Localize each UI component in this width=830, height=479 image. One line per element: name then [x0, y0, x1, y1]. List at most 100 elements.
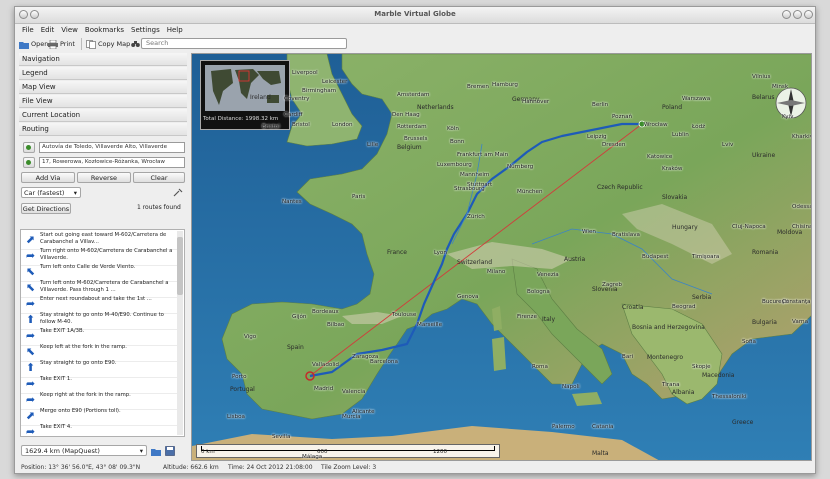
open-button[interactable]: Open — [19, 38, 48, 50]
directions-list[interactable]: ⬈ Start out going east toward M-602/Carre… — [20, 229, 185, 437]
city-label[interactable]: Bonn — [450, 139, 464, 145]
menu-settings[interactable]: Settings — [131, 24, 160, 36]
section-navigation[interactable]: Navigation — [19, 53, 187, 66]
route-from-field[interactable]: Autovía de Toledo, Villaverde Alto, Vill… — [39, 142, 185, 153]
start-marker-button[interactable] — [23, 142, 35, 153]
city-label[interactable]: Budapest — [642, 254, 668, 260]
city-label[interactable]: Birmingham — [302, 88, 336, 94]
city-label[interactable]: Catania — [592, 424, 613, 430]
city-label[interactable]: Thessaloniki — [712, 394, 747, 400]
city-label[interactable]: Gijón — [292, 314, 306, 320]
city-label[interactable]: Nantes — [282, 199, 302, 205]
city-label[interactable]: Bristol — [292, 122, 310, 128]
overview-map[interactable]: Total Distance: 1998.32 km — [200, 60, 290, 130]
direction-step[interactable]: ➦ Take EXIT 4. — [21, 423, 178, 436]
city-label[interactable]: Frankfurt am Main — [457, 152, 508, 158]
city-label[interactable]: Köln — [447, 126, 459, 132]
get-directions-button[interactable]: Get Directions — [21, 203, 71, 214]
close-icon[interactable] — [804, 10, 813, 19]
city-label[interactable]: Sevilla — [272, 434, 290, 440]
city-label[interactable]: Chisinau — [792, 224, 811, 230]
city-label[interactable]: Bordeaux — [312, 309, 339, 315]
directions-scrollbar[interactable] — [177, 231, 183, 435]
menu-bookmarks[interactable]: Bookmarks — [85, 24, 124, 36]
route-select[interactable]: 1629.4 km (MapQuest) ▾ — [21, 445, 147, 456]
city-label[interactable]: Valladolid — [312, 362, 339, 368]
city-label[interactable]: Luxembourg — [437, 162, 472, 168]
print-button[interactable]: Print — [48, 38, 75, 50]
city-label[interactable]: Wien — [582, 229, 596, 235]
city-label[interactable]: Palermo — [552, 424, 575, 430]
city-label[interactable]: Kraków — [662, 166, 682, 172]
city-label[interactable]: Napoli — [562, 384, 580, 390]
city-label[interactable]: Murcia — [342, 414, 361, 420]
city-label[interactable]: Skopje — [692, 364, 711, 370]
city-label[interactable]: Milano — [487, 269, 505, 275]
map-view[interactable]: Total Distance: 1998.32 km 0 km 600 1200… — [191, 53, 812, 461]
city-label[interactable]: Toulouse — [392, 312, 416, 318]
city-label[interactable]: Katowice — [647, 154, 672, 160]
city-label[interactable]: Constanţa — [782, 299, 811, 305]
scrollbar-thumb[interactable] — [177, 237, 183, 295]
city-label[interactable]: Tirana — [662, 382, 680, 388]
city-label[interactable]: Timişoara — [692, 254, 719, 260]
city-label[interactable]: Berlin — [592, 102, 608, 108]
city-label[interactable]: Kyiv — [782, 114, 793, 120]
city-label[interactable]: Sofia — [742, 339, 756, 345]
maximize-icon[interactable] — [793, 10, 802, 19]
city-label[interactable]: Leicester — [322, 79, 347, 85]
save-route-icon[interactable] — [165, 446, 175, 456]
configure-icon[interactable] — [173, 188, 183, 197]
city-label[interactable]: Nürnberg — [507, 164, 533, 170]
section-routing[interactable]: Routing — [19, 123, 187, 136]
section-current-location[interactable]: Current Location — [19, 109, 187, 122]
city-label[interactable]: Zagreb — [602, 282, 622, 288]
city-label[interactable]: Beograd — [672, 304, 696, 310]
city-label[interactable]: Marseille — [417, 322, 442, 328]
route-to-field[interactable]: 17, Rowerowa, Kozłowice-Różanka, Wrocław — [39, 157, 185, 168]
city-label[interactable]: Vigo — [244, 334, 256, 340]
city-label[interactable]: Wrocław — [644, 122, 668, 128]
menu-file[interactable]: File — [22, 24, 34, 36]
city-label[interactable]: München — [517, 189, 543, 195]
minimize-icon[interactable] — [782, 10, 791, 19]
city-label[interactable]: Hamburg — [492, 82, 518, 88]
city-label[interactable]: Cluj-Napoca — [732, 224, 766, 230]
city-label[interactable]: Porto — [232, 374, 247, 380]
city-label[interactable]: Poznań — [612, 114, 632, 120]
menu-help[interactable]: Help — [167, 24, 183, 36]
city-label[interactable]: Genova — [457, 294, 478, 300]
city-label[interactable]: Bratislava — [612, 232, 640, 238]
city-label[interactable]: Amsterdam — [397, 92, 429, 98]
city-label[interactable]: Minsk — [772, 84, 788, 90]
city-label[interactable]: Den Haag — [392, 112, 420, 118]
city-label[interactable]: Łódź — [692, 124, 705, 130]
city-label[interactable]: Warszawa — [682, 96, 710, 102]
reverse-button[interactable]: Reverse — [77, 172, 131, 183]
city-label[interactable]: Roma — [532, 364, 548, 370]
search-input[interactable]: Search — [141, 38, 347, 49]
city-label[interactable]: Lyon — [434, 250, 447, 256]
city-label[interactable]: Lille — [367, 142, 378, 148]
menu-view[interactable]: View — [61, 24, 78, 36]
city-label[interactable]: Strasbourg — [454, 186, 485, 192]
city-label[interactable]: Hannover — [522, 99, 549, 105]
city-label[interactable]: Mannheim — [460, 172, 489, 178]
city-label[interactable]: Venezia — [537, 272, 559, 278]
city-label[interactable]: Zürich — [467, 214, 485, 220]
city-label[interactable]: Firenze — [517, 314, 537, 320]
routing-profile-select[interactable]: Car (fastest) ▾ — [21, 187, 81, 198]
city-label[interactable]: Liverpool — [292, 70, 318, 76]
city-label[interactable]: Lisboa — [227, 414, 245, 420]
city-label[interactable]: Valencia — [342, 389, 365, 395]
city-label[interactable]: Bilbao — [327, 322, 344, 328]
add-via-button[interactable]: Add Via — [21, 172, 75, 183]
city-label[interactable]: Rotterdam — [397, 124, 427, 130]
city-label[interactable]: Kharkiv — [792, 134, 811, 140]
city-label[interactable]: Madrid — [314, 386, 333, 392]
city-label[interactable]: London — [332, 122, 353, 128]
section-legend[interactable]: Legend — [19, 67, 187, 80]
section-file-view[interactable]: File View — [19, 95, 187, 108]
copy-map-button[interactable]: Copy Map — [81, 38, 130, 50]
city-label[interactable]: Varna — [792, 319, 808, 325]
